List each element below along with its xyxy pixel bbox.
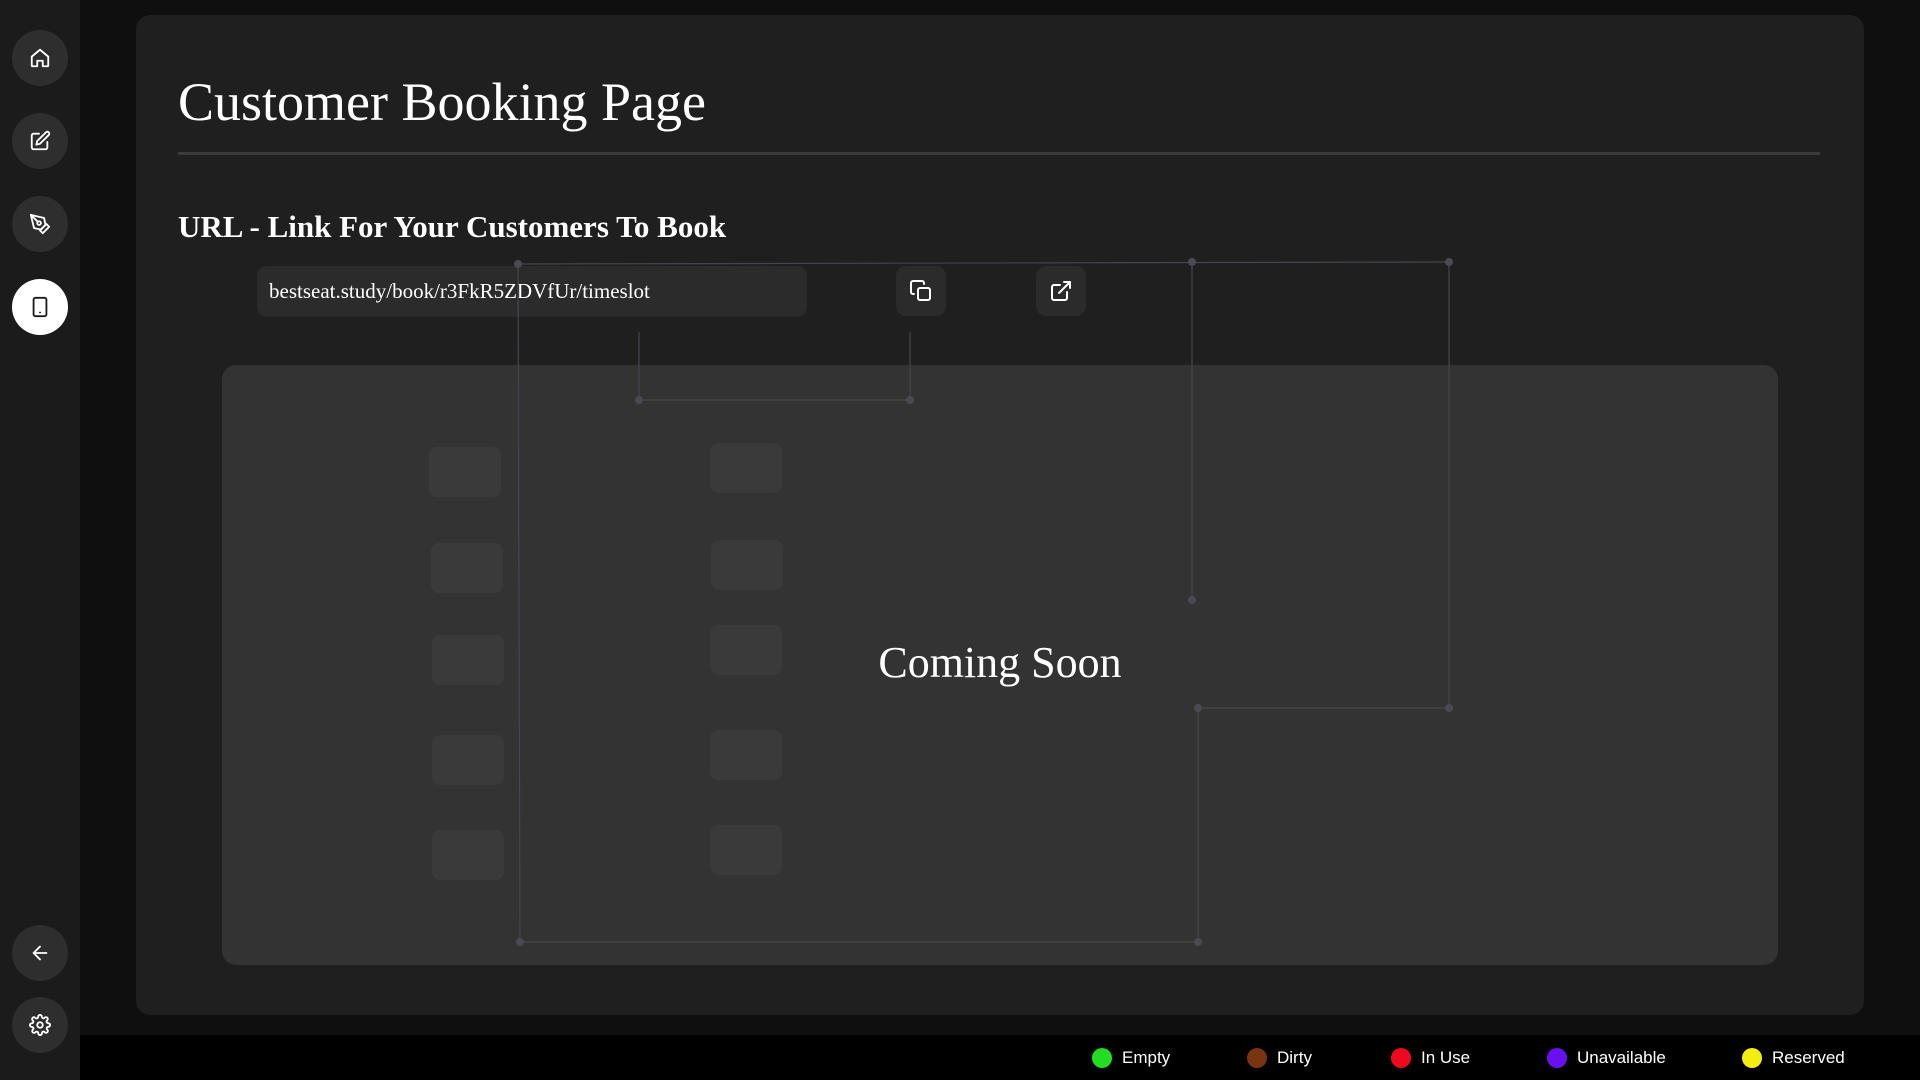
legend-dot: [1247, 1047, 1267, 1068]
legend-dot: [1092, 1047, 1112, 1068]
sidebar-item-booking[interactable]: [12, 279, 68, 335]
preview-placeholder: [432, 830, 504, 880]
title-divider: [178, 152, 1820, 155]
back-button[interactable]: [12, 925, 68, 981]
preview-placeholder: [710, 825, 782, 875]
copy-icon: [910, 280, 931, 301]
external-link-icon: [1051, 281, 1071, 301]
edit-icon: [30, 130, 51, 151]
preview-placeholder: [432, 735, 504, 785]
sidebar-item-home[interactable]: [12, 30, 68, 86]
legend-item-reserved: Reserved: [1742, 1035, 1845, 1080]
legend-dot: [1547, 1047, 1567, 1068]
main-panel: Customer Booking Page URL - Link For You…: [136, 15, 1864, 1015]
preview-placeholder: [710, 443, 782, 493]
legend-item-dirty: Dirty: [1247, 1035, 1312, 1080]
legend-dot: [1391, 1047, 1411, 1068]
page-title: Customer Booking Page: [178, 72, 706, 132]
settings-button[interactable]: [12, 997, 68, 1053]
preview-placeholder: [710, 730, 782, 780]
legend-item-unavailable: Unavailable: [1547, 1035, 1666, 1080]
gear-icon: [29, 1014, 51, 1036]
legend-item-in-use: In Use: [1391, 1035, 1470, 1080]
preview-placeholder: [711, 540, 783, 590]
legend-label: Empty: [1122, 1047, 1171, 1067]
legend-dot: [1742, 1047, 1762, 1068]
open-url-button[interactable]: [1036, 266, 1086, 316]
legend-label: Unavailable: [1577, 1047, 1666, 1067]
sidebar: [0, 0, 80, 1080]
legend-label: In Use: [1421, 1047, 1471, 1067]
booking-preview: Coming Soon: [222, 365, 1778, 965]
home-icon: [30, 48, 50, 68]
pen-tool-icon: [29, 213, 51, 235]
preview-placeholder: [429, 447, 501, 497]
coming-soon-message: Coming Soon: [878, 638, 1122, 687]
sidebar-item-design[interactable]: [12, 196, 68, 252]
legend-item-empty: Empty: [1092, 1035, 1170, 1080]
section-heading: URL - Link For Your Customers To Book: [178, 209, 727, 244]
legend-label: Reserved: [1772, 1047, 1845, 1067]
tablet-icon: [32, 296, 48, 318]
arrow-left-icon: [32, 945, 48, 961]
legend-label: Dirty: [1277, 1047, 1312, 1067]
preview-placeholder: [431, 543, 503, 593]
sidebar-item-edit[interactable]: [12, 113, 68, 169]
copy-url-button[interactable]: [896, 266, 946, 316]
status-legend: Empty Dirty In Use Unavailable Reserved: [80, 1035, 1920, 1080]
booking-url-field[interactable]: bestseat.study/book/r3FkR5ZDVfUr/timeslo…: [257, 266, 807, 317]
